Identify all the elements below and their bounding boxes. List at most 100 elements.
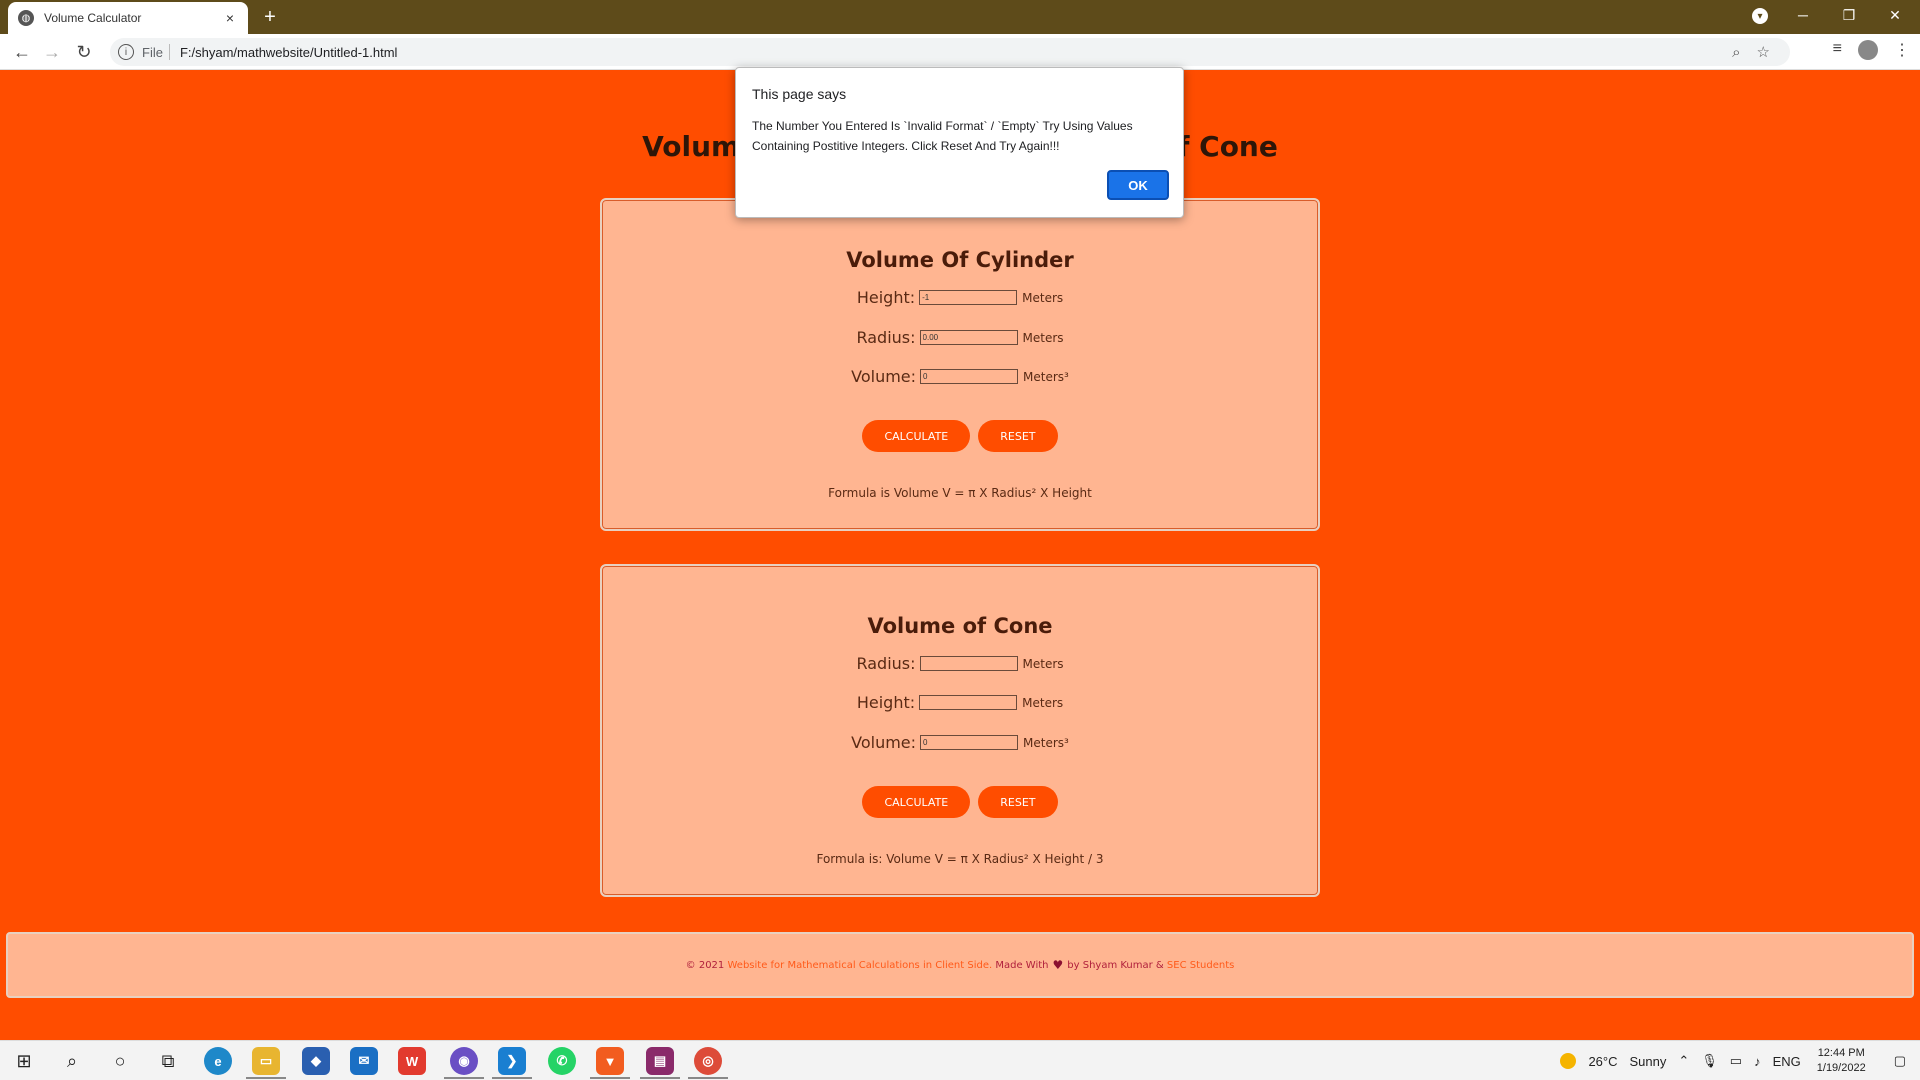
browser-tabbar: ◍ Volume Calculator × + ▾ ─ ❐ ✕	[0, 0, 1920, 34]
cylinder-height-label: Height:	[856, 288, 916, 307]
dialog-ok-button[interactable]: OK	[1107, 170, 1169, 200]
cone-height-unit: Meters	[1022, 695, 1064, 710]
cylinder-reset-button[interactable]: RESET	[978, 420, 1058, 452]
cylinder-radius-unit: Meters	[1022, 330, 1064, 345]
cylinder-radius-label: Radius:	[856, 328, 916, 347]
search-icon[interactable]: ⌕	[58, 1047, 86, 1075]
volume-icon[interactable]: ♪	[1754, 1054, 1761, 1069]
reload-icon[interactable]: ↻	[72, 40, 96, 64]
cylinder-height-unit: Meters	[1022, 290, 1064, 305]
page-footer: © 2021 Website for Mathematical Calculat…	[6, 932, 1914, 998]
reading-list-icon[interactable]: ≡	[1833, 40, 1842, 60]
info-icon[interactable]: i	[118, 44, 134, 60]
cylinder-volume-label: Volume:	[851, 367, 917, 386]
tab-close-button[interactable]: ×	[222, 10, 238, 26]
footer-made-with: Made With	[995, 959, 1049, 971]
cone-height-input[interactable]	[919, 695, 1018, 710]
heart-icon: ♥	[1052, 958, 1064, 972]
url-text[interactable]: F:/shyam/mathwebsite/Untitled-1.html	[180, 45, 397, 60]
cone-reset-button[interactable]: RESET	[978, 786, 1058, 818]
cone-height-label: Height:	[856, 693, 916, 712]
star-icon[interactable]: ☆	[1757, 43, 1770, 61]
tab-title: Volume Calculator	[44, 11, 142, 25]
back-arrow-icon[interactable]: ←	[10, 40, 34, 64]
cone-radius-unit: Meters	[1022, 656, 1064, 671]
active-app-indicator-2	[444, 1077, 484, 1079]
active-app-indicator-4	[590, 1077, 630, 1079]
windows-start-icon[interactable]: ⊞	[10, 1047, 38, 1075]
tray-chevron-up-icon[interactable]: ⌃	[1678, 1053, 1689, 1069]
browser-tab[interactable]: ◍ Volume Calculator ×	[8, 2, 248, 34]
minimize-button[interactable]: ─	[1780, 0, 1826, 30]
close-window-button[interactable]: ✕	[1872, 0, 1918, 30]
cone-volume-row: Volume: Meters³	[602, 733, 1318, 752]
cortana-icon[interactable]: ○	[106, 1047, 134, 1075]
chrome-icon[interactable]: ◎	[694, 1047, 722, 1075]
footer-students-link[interactable]: SEC Students	[1167, 960, 1234, 971]
whatsapp-icon[interactable]: ✆	[548, 1047, 576, 1075]
weather-temperature[interactable]: 26°C	[1588, 1054, 1617, 1069]
cone-buttons: CALCULATE RESET	[602, 786, 1318, 818]
windows-taskbar: ⊞ ⌕ ○ ⧉ e ▭ ◆ ✉ W ◉ ❯ ✆ ▼ ▤ ◎ 26°C Sunny…	[0, 1040, 1920, 1080]
task-view-icon[interactable]: ⧉	[154, 1047, 182, 1075]
active-app-indicator	[246, 1077, 286, 1079]
cylinder-radius-row: Radius: Meters	[602, 328, 1318, 347]
address-bar: ← → ↻ i File F:/shyam/mathwebsite/Untitl…	[0, 34, 1920, 70]
cylinder-height-row: Height: Meters	[602, 288, 1318, 307]
active-app-indicator-3	[492, 1077, 532, 1079]
footer-site-link[interactable]: Website for Mathematical Calculations in…	[727, 960, 992, 971]
vscode-icon[interactable]: ❯	[498, 1047, 526, 1075]
cone-calculate-button[interactable]: CALCULATE	[862, 786, 971, 818]
cone-volume-unit: Meters³	[1023, 735, 1069, 750]
language-indicator[interactable]: ENG	[1773, 1054, 1801, 1069]
alert-dialog: This page says The Number You Entered Is…	[735, 67, 1184, 218]
chevron-down-icon[interactable]: ▾	[1752, 8, 1768, 24]
forward-arrow-icon[interactable]: →	[40, 40, 64, 64]
network-icon[interactable]: ▭	[1730, 1053, 1742, 1069]
active-app-indicator-6	[688, 1077, 728, 1079]
cylinder-title: Volume Of Cylinder	[846, 248, 1074, 272]
edge-browser-icon[interactable]: e	[204, 1047, 232, 1075]
cone-height-row: Height: Meters	[602, 693, 1318, 712]
wps-office-icon[interactable]: W	[398, 1047, 426, 1075]
clock-time: 12:44 PM	[1817, 1047, 1865, 1059]
clock-date: 1/19/2022	[1816, 1062, 1866, 1074]
cone-title: Volume of Cone	[867, 614, 1053, 638]
cylinder-radius-input[interactable]	[919, 330, 1018, 345]
cylinder-volume-row: Volume: Meters³	[602, 367, 1318, 386]
cone-card: Volume of Cone Radius: Meters Height: Me…	[600, 564, 1320, 897]
weather-sun-icon[interactable]	[1560, 1053, 1577, 1069]
cone-volume-output[interactable]	[920, 735, 1019, 750]
cone-radius-input[interactable]	[919, 656, 1018, 671]
footer-by: by Shyam Kumar &	[1067, 959, 1164, 971]
cylinder-calculate-button[interactable]: CALCULATE	[862, 420, 971, 452]
dialog-title: This page says	[752, 86, 847, 102]
zoom-icon[interactable]: ⌕	[1732, 44, 1740, 61]
weather-condition[interactable]: Sunny	[1630, 1054, 1667, 1069]
brave-browser-icon[interactable]: ▼	[596, 1047, 624, 1075]
cylinder-height-input[interactable]	[919, 290, 1018, 305]
cylinder-card: Volume Of Cylinder Height: Meters Radius…	[600, 198, 1320, 531]
microphone-icon[interactable]: 🎙	[1701, 1053, 1718, 1069]
menu-kebab-icon[interactable]: ⋮	[1894, 40, 1910, 60]
notification-icon[interactable]: ▢	[1894, 1053, 1906, 1069]
restore-button[interactable]: ❐	[1826, 0, 1872, 30]
video-call-icon[interactable]: ◉	[450, 1047, 478, 1075]
new-tab-button[interactable]: +	[260, 6, 280, 29]
cylinder-formula: Formula is Volume V = π X Radius² X Heig…	[828, 486, 1092, 500]
url-scheme-label: File	[142, 44, 163, 60]
store-icon[interactable]: ◆	[302, 1047, 330, 1075]
mail-icon[interactable]: ✉	[350, 1047, 378, 1075]
file-explorer-icon[interactable]: ▭	[252, 1047, 280, 1075]
system-tray: 26°C Sunny ⌃ 🎙 ▭ ♪ ENG 12:44 PM 1/19/202…	[1548, 1041, 1920, 1080]
cone-volume-label: Volume:	[851, 733, 917, 752]
cylinder-volume-output[interactable]	[920, 369, 1019, 384]
footer-copyright: © 2021	[685, 959, 725, 971]
dialog-message: The Number You Entered Is `Invalid Forma…	[752, 119, 1133, 153]
taskbar-clock[interactable]: 12:44 PM 1/19/2022	[1817, 1046, 1866, 1076]
winrar-icon[interactable]: ▤	[646, 1047, 674, 1075]
profile-avatar-icon[interactable]	[1858, 40, 1878, 60]
active-app-indicator-5	[640, 1077, 680, 1079]
cylinder-buttons: CALCULATE RESET	[602, 420, 1318, 452]
url-omnibox[interactable]: i File F:/shyam/mathwebsite/Untitled-1.h…	[110, 38, 1790, 66]
